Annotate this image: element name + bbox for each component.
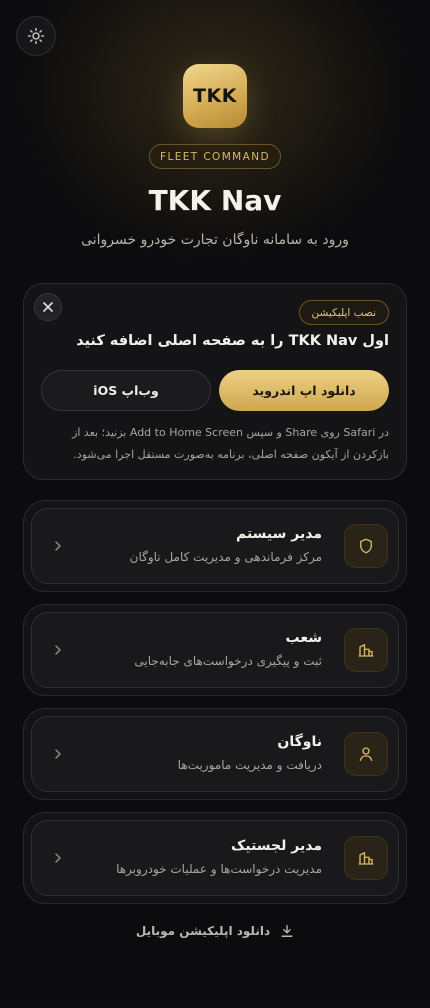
install-title: اول TKK Nav را به صفحه اصلی اضافه کنید (76, 333, 389, 349)
role-description: مدیریت درخواست‌ها و عملیات خودروبرها (116, 862, 322, 876)
role-description: مرکز فرماندهی و مدیریت کامل ناوگان (129, 550, 322, 564)
role-card-branches[interactable]: شعب ثبت و پیگیری درخواست‌های جابه‌جایی (23, 604, 407, 696)
role-icon-box (344, 628, 388, 672)
role-card-inner: شعب ثبت و پیگیری درخواست‌های جابه‌جایی (31, 612, 399, 688)
role-card-logistics[interactable]: مدیر لجستیک مدیریت درخواست‌ها و عملیات خ… (23, 812, 407, 904)
role-description: دریافت و مدیریت ماموریت‌ها (177, 758, 322, 772)
role-title: مدیر لجستیک (231, 838, 322, 854)
role-title: مدیر سیستم (235, 526, 322, 542)
app-subtitle: ورود به سامانه ناوگان تجارت خودرو خسروان… (81, 232, 349, 248)
install-description: در Safari روی Share و سپس Add to Home Sc… (72, 426, 389, 461)
chevron-left-icon (55, 541, 61, 551)
theme-toggle-button[interactable] (16, 16, 56, 56)
logo-text: TKK (193, 85, 237, 107)
download-android-button[interactable]: دانلود اپ اندروید (219, 370, 389, 411)
role-card-system-admin[interactable]: مدیر سیستم مرکز فرماندهی و مدیریت کامل ن… (23, 500, 407, 592)
sun-icon (27, 27, 45, 45)
role-card-inner: مدیر سیستم مرکز فرماندهی و مدیریت کامل ن… (31, 508, 399, 584)
role-icon-box (344, 836, 388, 880)
download-link-label: دانلود اپلیکیشن موبایل (135, 924, 271, 938)
role-card-inner: ناوگان دریافت و مدیریت ماموریت‌ها (31, 716, 399, 792)
download-icon (281, 925, 293, 937)
role-card-fleet[interactable]: ناوگان دریافت و مدیریت ماموریت‌ها (23, 708, 407, 800)
close-icon (43, 302, 53, 312)
role-icon-box (344, 732, 388, 776)
chevron-left-icon (55, 853, 61, 863)
role-icon-box (344, 524, 388, 568)
role-card-inner: مدیر لجستیک مدیریت درخواست‌ها و عملیات خ… (31, 820, 399, 896)
ios-webapp-button[interactable]: وب‌اپ iOS (41, 370, 211, 411)
chevron-left-icon (55, 645, 61, 655)
install-prompt-card: نصب اپلیکیشن اول TKK Nav را به صفحه اصلی… (23, 283, 407, 480)
role-description: ثبت و پیگیری درخواست‌های جابه‌جایی (134, 654, 322, 668)
role-title: ناوگان (277, 734, 322, 750)
fleet-command-badge: FLEET COMMAND (149, 144, 281, 169)
close-install-button[interactable] (34, 293, 62, 321)
app-logo: TKK (183, 64, 247, 128)
user-icon (359, 747, 373, 762)
shield-icon (360, 538, 372, 554)
download-mobile-app-link[interactable]: دانلود اپلیکیشن موبایل (0, 924, 430, 938)
role-title: شعب (285, 630, 323, 646)
install-tag: نصب اپلیکیشن (298, 300, 389, 325)
app-title: TKK Nav (148, 184, 282, 217)
building-icon (358, 644, 374, 657)
chevron-left-icon (55, 749, 61, 759)
building-icon (358, 852, 374, 865)
